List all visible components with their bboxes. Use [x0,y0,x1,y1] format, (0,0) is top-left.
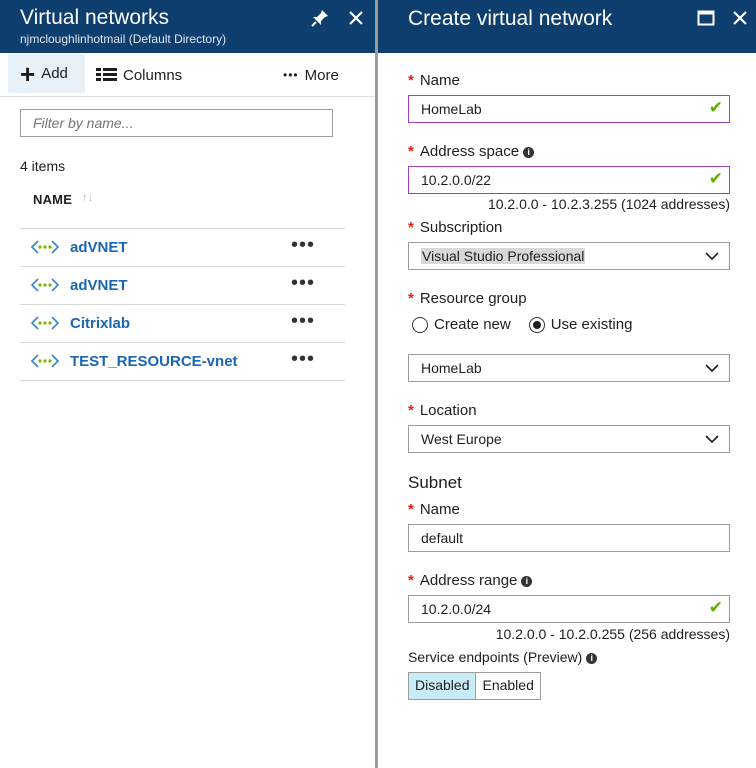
columns-icon [96,68,117,82]
columns-button[interactable]: Columns [96,63,182,87]
name-value: HomeLab [421,101,482,117]
subnet-heading: Subnet [408,473,462,492]
subnet-name-field[interactable]: default [408,524,730,552]
address-range-field[interactable]: 10.2.0.0/24 ✔ [408,595,730,623]
location-value: West Europe [421,431,502,447]
vnet-icon [31,278,59,292]
location-label: * Location [408,402,477,419]
name-field[interactable]: HomeLab ✔ [408,95,730,123]
location-select[interactable]: West Europe [408,425,730,453]
vnet-name[interactable]: TEST_RESOURCE-vnet [70,353,238,370]
service-endpoints-label: Service endpoints (Preview) i [408,649,598,665]
info-icon[interactable]: i [523,147,535,158]
address-space-value: 10.2.0.0/22 [421,172,492,188]
name-label: * Name [408,72,460,89]
check-icon: ✔ [708,169,723,188]
blade-header: Virtual networks njmcloughlinhotmail (De… [0,0,375,53]
create-virtual-network-blade: Create virtual network * Name HomeLab ✔ *… [378,0,756,768]
subnet-name-value: default [421,530,464,546]
virtual-networks-blade: Virtual networks njmcloughlinhotmail (De… [0,0,375,768]
vnet-icon [31,240,59,254]
service-endpoints-toggle: Disabled Enabled [408,672,541,700]
list-item[interactable]: TEST_RESOURCE-vnet ••• [20,343,345,381]
check-icon: ✔ [708,598,723,617]
filter-input[interactable] [20,109,333,137]
row-more-icon[interactable]: ••• [291,272,315,295]
sort-icon[interactable]: ↑↓ [82,192,93,204]
pin-icon[interactable] [310,8,330,28]
list-item[interactable]: Citrixlab ••• [20,305,345,343]
create-new-radio[interactable]: Create new [412,316,511,333]
address-space-label: * Address space i [408,143,535,160]
vnet-icon [31,316,59,330]
resource-group-select[interactable]: HomeLab [408,354,730,382]
vnet-name[interactable]: adVNET [70,277,128,294]
add-button[interactable]: + Add [8,54,85,93]
vnet-name[interactable]: adVNET [70,239,128,256]
info-icon[interactable]: i [586,653,598,664]
row-more-icon[interactable]: ••• [291,348,315,371]
columns-label: Columns [123,66,183,84]
column-header-name[interactable]: NAME [33,192,72,207]
resource-group-label: * Resource group [408,290,527,307]
address-space-field[interactable]: 10.2.0.0/22 ✔ [408,166,730,194]
address-space-hint: 10.2.0.0 - 10.2.3.255 (1024 addresses) [487,196,730,212]
radio-button[interactable] [412,316,428,333]
address-range-value: 10.2.0.0/24 [421,601,492,617]
vnet-list: adVNET ••• adVNET ••• Citrixlab ••• TEST… [20,228,345,381]
item-count: 4 items [20,158,66,174]
more-icon: ••• [283,68,299,82]
row-more-icon[interactable]: ••• [291,310,315,333]
subscription-value: Visual Studio Professional [421,248,586,264]
info-icon[interactable]: i [521,576,533,587]
add-label: Add [41,65,68,82]
check-icon: ✔ [708,98,723,117]
vnet-icon [31,354,59,368]
chevron-down-icon [705,435,719,444]
close-icon[interactable] [346,8,366,28]
radio-button[interactable] [528,316,545,333]
list-item[interactable]: adVNET ••• [20,267,345,305]
chevron-down-icon [705,364,719,373]
more-label: More [304,66,339,84]
more-button[interactable]: ••• More [283,63,339,87]
subscription-select[interactable]: Visual Studio Professional [408,242,730,270]
list-item[interactable]: adVNET ••• [20,229,345,267]
subnet-name-label: * Name [408,501,460,518]
use-existing-radio[interactable]: Use existing [528,316,632,333]
disabled-option[interactable]: Disabled [409,673,477,699]
close-icon[interactable] [730,8,750,28]
resource-group-radio-group: Create new Use existing [412,316,650,333]
address-range-label: * Address range i [408,572,533,589]
blade-header: Create virtual network [378,0,756,53]
toolbar: + Add Columns ••• More [0,53,375,97]
enabled-option[interactable]: Enabled [476,673,540,699]
row-more-icon[interactable]: ••• [291,234,315,257]
chevron-down-icon [705,252,719,261]
resource-group-value: HomeLab [421,360,482,376]
maximize-icon[interactable] [696,8,716,28]
vnet-name[interactable]: Citrixlab [70,315,130,332]
address-range-hint: 10.2.0.0 - 10.2.0.255 (256 addresses) [495,626,730,642]
subscription-label: * Subscription [408,219,503,236]
blade-subtitle: njmcloughlinhotmail (Default Directory) [20,32,227,46]
plus-icon: + [20,58,36,89]
